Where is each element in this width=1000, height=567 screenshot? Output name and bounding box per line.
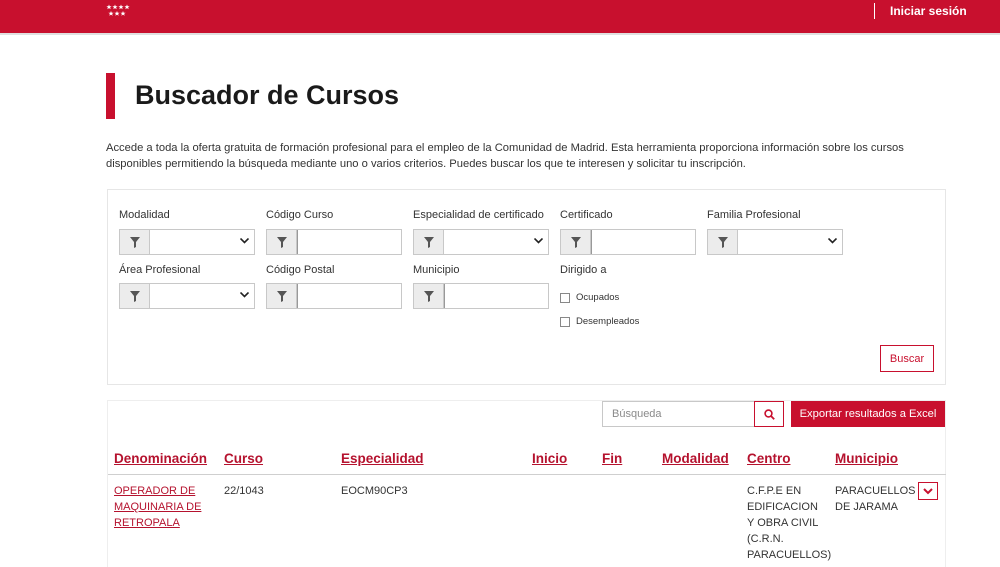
codigo-curso-input[interactable] — [297, 230, 401, 254]
municipio-field[interactable] — [413, 283, 549, 309]
municipio-input[interactable] — [444, 284, 548, 308]
ocupados-option[interactable]: Ocupados — [560, 292, 619, 303]
center-line: PARACUELLOS) — [747, 549, 832, 561]
filter-funnel-icon — [267, 230, 297, 254]
chevron-down-icon — [534, 238, 543, 244]
results-search-input[interactable]: Búsqueda — [602, 401, 755, 427]
desempleados-option[interactable]: Desempleados — [560, 316, 639, 327]
course-name-line: MAQUINARIA DE — [114, 501, 202, 513]
filter-funnel-icon — [414, 284, 444, 308]
desempleados-checkbox[interactable] — [560, 316, 570, 327]
madrid-stars-logo-icon[interactable] — [106, 4, 140, 18]
chevron-down-icon — [240, 292, 249, 298]
codigo-postal-field[interactable] — [266, 283, 402, 309]
especialidad-select[interactable] — [413, 229, 549, 255]
title-accent-bar — [106, 73, 115, 119]
certificado-input[interactable] — [591, 230, 695, 254]
center-line: Y OBRA CIVIL — [747, 517, 819, 529]
expand-row-button[interactable] — [918, 482, 938, 500]
course-name-line: OPERADOR DE — [114, 485, 196, 497]
center-line: EDIFICACION — [747, 501, 818, 513]
column-header-modalidad[interactable]: Modalidad — [662, 451, 729, 466]
filter-funnel-icon — [267, 284, 297, 308]
chevron-down-icon — [923, 487, 933, 494]
column-header-centro[interactable]: Centro — [747, 451, 791, 466]
page-title: Buscador de Cursos — [135, 80, 400, 110]
chevron-down-icon — [828, 238, 837, 244]
magnifier-icon — [763, 408, 775, 420]
modalidad-label: Modalidad — [119, 209, 170, 221]
center-line: C.F.P.E EN — [747, 485, 802, 497]
topbar-divider — [874, 3, 875, 19]
login-link[interactable]: Iniciar sesión — [890, 4, 967, 18]
codigo-curso-field[interactable] — [266, 229, 402, 255]
search-button[interactable] — [754, 401, 784, 427]
header-divider — [108, 474, 946, 475]
course-name-line: RETROPALA — [114, 517, 180, 529]
especialidad-label: Especialidad de certificado — [413, 209, 544, 221]
municipality-line: DE JARAMA — [835, 501, 898, 513]
municipality-cell: PARACUELLOS DE JARAMA — [835, 483, 916, 515]
course-code-cell: 22/1043 — [224, 485, 264, 497]
filter-funnel-icon — [414, 230, 444, 254]
codigo-curso-label: Código Curso — [266, 209, 334, 221]
intro-line-1: Accede a toda la oferta gratuita de form… — [106, 142, 904, 154]
ocupados-label: Ocupados — [576, 292, 620, 303]
especialidad-select-value[interactable] — [444, 230, 548, 254]
intro-text: Accede a toda la oferta gratuita de form… — [106, 140, 936, 172]
area-select-value[interactable] — [150, 284, 254, 308]
column-header-curso[interactable]: Curso — [224, 451, 263, 466]
codigo-postal-input[interactable] — [297, 284, 401, 308]
ocupados-checkbox[interactable] — [560, 292, 570, 303]
municipality-line: PARACUELLOS — [835, 485, 916, 497]
familia-select-value[interactable] — [738, 230, 842, 254]
filter-funnel-icon — [708, 230, 738, 254]
certificado-field[interactable] — [560, 229, 696, 255]
dirigido-label: Dirigido a — [560, 264, 607, 276]
area-label: Área Profesional — [119, 264, 201, 276]
modalidad-select[interactable] — [119, 229, 255, 255]
filter-funnel-icon — [561, 230, 591, 254]
export-excel-button[interactable]: Exportar resultados a Excel — [791, 401, 945, 427]
center-cell: C.F.P.E EN EDIFICACION Y OBRA CIVIL (C.R… — [747, 483, 831, 563]
familia-select[interactable] — [707, 229, 843, 255]
certificado-label: Certificado — [560, 209, 613, 221]
column-header-inicio[interactable]: Inicio — [532, 451, 567, 466]
column-header-fin[interactable]: Fin — [602, 451, 622, 466]
chevron-down-icon — [240, 238, 249, 244]
familia-label: Familia Profesional — [707, 209, 801, 221]
buscar-button[interactable]: Buscar — [880, 345, 934, 372]
course-name-link[interactable]: OPERADOR DE MAQUINARIA DE RETROPALA — [114, 483, 201, 531]
intro-line-2: disponibles permitiendo la búsqueda medi… — [106, 158, 746, 170]
desempleados-label: Desempleados — [576, 316, 640, 327]
column-header-municipio[interactable]: Municipio — [835, 451, 898, 466]
filter-funnel-icon — [120, 230, 150, 254]
codigo-postal-label: Código Postal — [266, 264, 335, 276]
municipio-label: Municipio — [413, 264, 460, 276]
filter-funnel-icon — [120, 284, 150, 308]
column-header-denominacion[interactable]: Denominación — [114, 451, 207, 466]
modalidad-select-value[interactable] — [150, 230, 254, 254]
specialty-cell: EOCM90CP3 — [341, 485, 408, 497]
center-line: (C.R.N. — [747, 533, 784, 545]
top-navigation-bar: Iniciar sesión — [0, 0, 1000, 35]
area-select[interactable] — [119, 283, 255, 309]
column-header-especialidad[interactable]: Especialidad — [341, 451, 424, 466]
